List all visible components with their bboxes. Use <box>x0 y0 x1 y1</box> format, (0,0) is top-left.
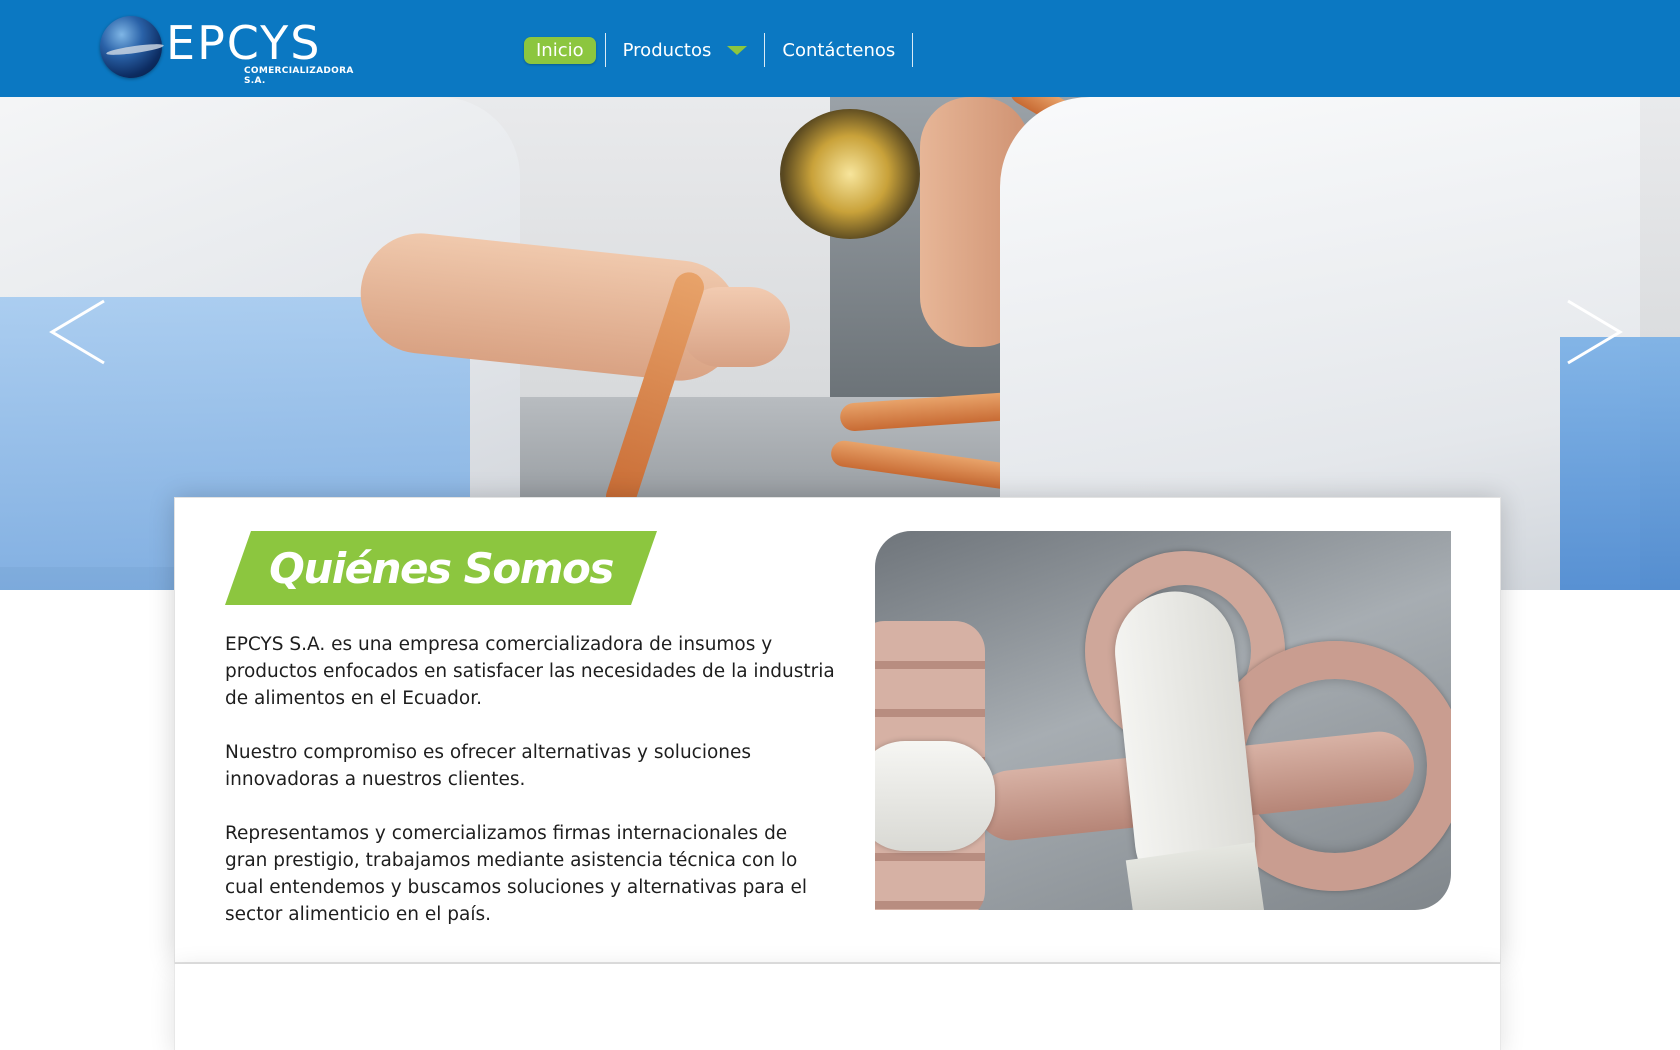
main-nav: Inicio Productos Contáctenos <box>524 32 914 68</box>
section-title-banner: Quiénes Somos <box>225 531 657 605</box>
nav-item-contactenos[interactable]: Contáctenos <box>765 33 914 67</box>
globe-logo-icon <box>100 16 162 78</box>
about-card: Quiénes Somos EPCYS S.A. es una empresa … <box>174 497 1501 963</box>
chevron-left-icon[interactable] <box>48 297 108 367</box>
about-text: EPCYS S.A. es una empresa comercializado… <box>225 631 835 955</box>
nav-label-contactenos[interactable]: Contáctenos <box>782 40 895 61</box>
hero-nozzle-shape <box>780 109 920 239</box>
logo-subtitle: COMERCIALIZADORA S.A. <box>244 66 354 86</box>
photo-gloved-hand <box>875 741 995 851</box>
hero-apron-right <box>1560 337 1680 590</box>
about-photo <box>875 531 1451 910</box>
dropdown-caret-icon[interactable] <box>727 45 748 55</box>
chevron-right-icon[interactable] <box>1564 297 1624 367</box>
nav-item-inicio[interactable]: Inicio <box>524 33 596 67</box>
epcys-logo[interactable]: EPCYS COMERCIALIZADORA S.A. <box>100 14 370 86</box>
about-paragraph: EPCYS S.A. es una empresa comercializado… <box>225 634 835 709</box>
nav-label-inicio[interactable]: Inicio <box>524 36 596 64</box>
logo-wordmark: EPCYS <box>166 16 322 70</box>
about-paragraph: Representamos y comercializamos firmas i… <box>225 823 807 925</box>
about-paragraph: Nuestro compromiso es ofrecer alternativ… <box>225 742 752 790</box>
section-title: Quiénes Somos <box>269 543 614 593</box>
nav-item-productos[interactable]: Productos <box>606 33 766 67</box>
nav-label-productos[interactable]: Productos <box>623 40 712 61</box>
next-section-card <box>174 963 1501 1050</box>
site-header: EPCYS COMERCIALIZADORA S.A. Inicio Produ… <box>0 0 1680 97</box>
